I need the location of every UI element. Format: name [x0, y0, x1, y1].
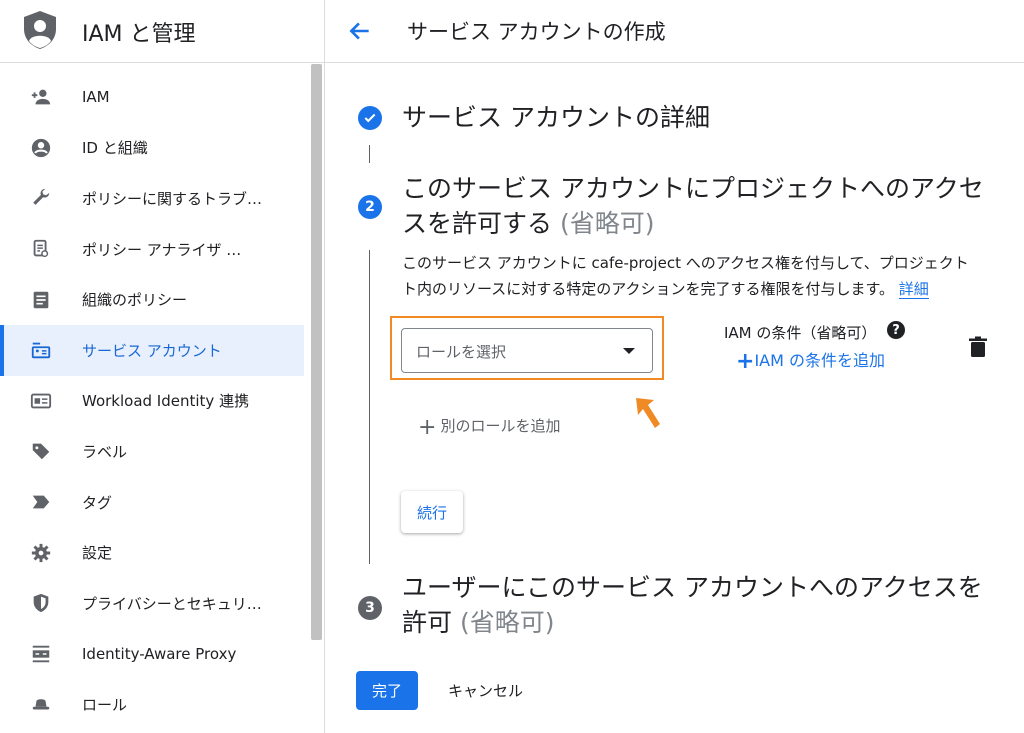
- step3-title-line1: ユーザーにこのサービス アカウントへのアクセスを: [402, 573, 983, 602]
- sidebar-scrollbar[interactable]: [311, 64, 322, 640]
- step2-description-line2: ト内のリソースに対する特定のアクションを完了する権限を付与します。: [402, 280, 895, 298]
- sidebar-item-label: ポリシーに関するトラブ…: [82, 189, 263, 208]
- help-icon[interactable]: ?: [887, 321, 905, 339]
- step2-title: このサービス アカウントにプロジェクトへのアクセ スを許可する (省略可): [402, 171, 984, 241]
- role-select-placeholder: ロールを選択: [416, 343, 507, 361]
- add-another-role-button[interactable]: + 別のロールを追加: [418, 415, 560, 440]
- step2-description-line1: このサービス アカウントに cafe-project へのアクセス権を付与して、…: [402, 254, 969, 272]
- sidebar-item-label: ロール: [82, 695, 128, 714]
- sidebar-item-workload-identity[interactable]: Workload Identity 連携: [0, 376, 304, 427]
- gear-icon: [30, 542, 52, 564]
- step2-title-line2: スを許可する: [402, 209, 553, 238]
- cancel-button[interactable]: キャンセル: [448, 680, 523, 701]
- step3-optional: (省略可): [459, 608, 555, 637]
- sidebar: IAM と管理 IAM ID と組織 ポリシーに関するトラブ… ポリシー アナラ…: [0, 0, 325, 733]
- sidebar-item-privacy-security[interactable]: プライバシーとセキュリ…: [0, 578, 304, 629]
- details-link[interactable]: 詳細: [898, 280, 929, 299]
- tag-arrow-icon: [30, 491, 52, 513]
- dropdown-arrow-icon: [623, 348, 635, 354]
- step2-optional: (省略可): [559, 209, 655, 238]
- done-button[interactable]: 完了: [356, 671, 418, 710]
- sidebar-item-label: タグ: [82, 493, 113, 512]
- sidebar-item-labels[interactable]: ラベル: [0, 426, 304, 477]
- account-circle-icon: [30, 137, 52, 159]
- wrench-icon: [30, 187, 52, 209]
- label-tag-icon: [30, 440, 52, 462]
- shield-icon: [30, 592, 52, 614]
- add-role-label: 別のロールを追加: [440, 417, 561, 435]
- sidebar-item-policy-analyzer[interactable]: ポリシー アナライザ …: [0, 224, 304, 275]
- sidebar-item-label: ラベル: [82, 442, 128, 461]
- add-iam-condition-button[interactable]: +IAM の条件を追加: [736, 347, 885, 374]
- sidebar-item-identity-org[interactable]: ID と組織: [0, 123, 304, 174]
- sidebar-item-label: 設定: [82, 544, 113, 563]
- sidebar-item-label: 組織のポリシー: [82, 291, 188, 310]
- sidebar-item-service-accounts[interactable]: サービス アカウント: [0, 324, 304, 376]
- sidebar-item-label: プライバシーとセキュリ…: [82, 594, 262, 613]
- step2-number: 2: [358, 195, 382, 219]
- sidebar-item-label: サービス アカウント: [82, 341, 222, 360]
- sidebar-item-label: ID と組織: [82, 139, 148, 158]
- step3-title-line2: 許可: [402, 608, 453, 637]
- policy-analyzer-icon: [30, 238, 52, 260]
- step-connector: [369, 250, 370, 564]
- sidebar-item-org-policies[interactable]: 組織のポリシー: [0, 274, 304, 325]
- hat-icon: [30, 693, 52, 715]
- role-select-dropdown[interactable]: ロールを選択: [401, 328, 653, 373]
- sidebar-item-settings[interactable]: 設定: [0, 527, 304, 578]
- sidebar-item-roles[interactable]: ロール: [0, 679, 304, 730]
- sidebar-item-label: IAM: [82, 88, 110, 107]
- person-add-icon: [30, 86, 52, 108]
- step3-title[interactable]: ユーザーにこのサービス アカウントへのアクセスを 許可 (省略可): [402, 570, 983, 640]
- sidebar-item-label: ポリシー アナライザ …: [82, 240, 242, 259]
- app-title: IAM と管理: [82, 22, 196, 47]
- step-connector: [369, 145, 370, 163]
- page-title: サービス アカウントの作成: [407, 20, 666, 44]
- page-header: サービス アカウントの作成: [325, 0, 1024, 63]
- plus-icon: +: [418, 415, 437, 440]
- sidebar-item-iam[interactable]: IAM: [0, 72, 304, 123]
- continue-button[interactable]: 続行: [401, 491, 463, 533]
- plus-icon: +: [736, 349, 755, 374]
- sidebar-item-label: Identity-Aware Proxy: [82, 644, 237, 663]
- sidebar-header: IAM と管理: [0, 0, 324, 63]
- add-condition-label: IAM の条件を追加: [754, 351, 885, 370]
- step2-description: このサービス アカウントに cafe-project へのアクセス権を付与して、…: [402, 250, 994, 302]
- trash-icon[interactable]: [968, 336, 988, 358]
- sidebar-item-policy-troubleshooter[interactable]: ポリシーに関するトラブ…: [0, 173, 304, 224]
- step1-title[interactable]: サービス アカウントの詳細: [402, 100, 710, 135]
- annotation-arrow-icon: [636, 398, 660, 428]
- sidebar-nav: IAM ID と組織 ポリシーに関するトラブ… ポリシー アナライザ … 組織の…: [0, 72, 304, 730]
- back-arrow-icon[interactable]: [347, 18, 373, 44]
- id-card-icon: [30, 390, 52, 412]
- sidebar-item-identity-aware-proxy[interactable]: Identity-Aware Proxy: [0, 629, 304, 680]
- step1-complete-check-icon: [358, 106, 382, 130]
- proxy-icon: [30, 643, 52, 665]
- iam-condition-label: IAM の条件（省略可）: [724, 324, 877, 342]
- document-list-icon: [30, 289, 52, 311]
- sidebar-item-label: Workload Identity 連携: [82, 392, 250, 411]
- service-account-icon: [30, 339, 52, 361]
- step2-title-line1: このサービス アカウントにプロジェクトへのアクセ: [402, 174, 984, 203]
- step3-number: 3: [358, 596, 382, 620]
- sidebar-item-tags[interactable]: タグ: [0, 477, 304, 528]
- iam-shield-logo-icon: [24, 11, 56, 49]
